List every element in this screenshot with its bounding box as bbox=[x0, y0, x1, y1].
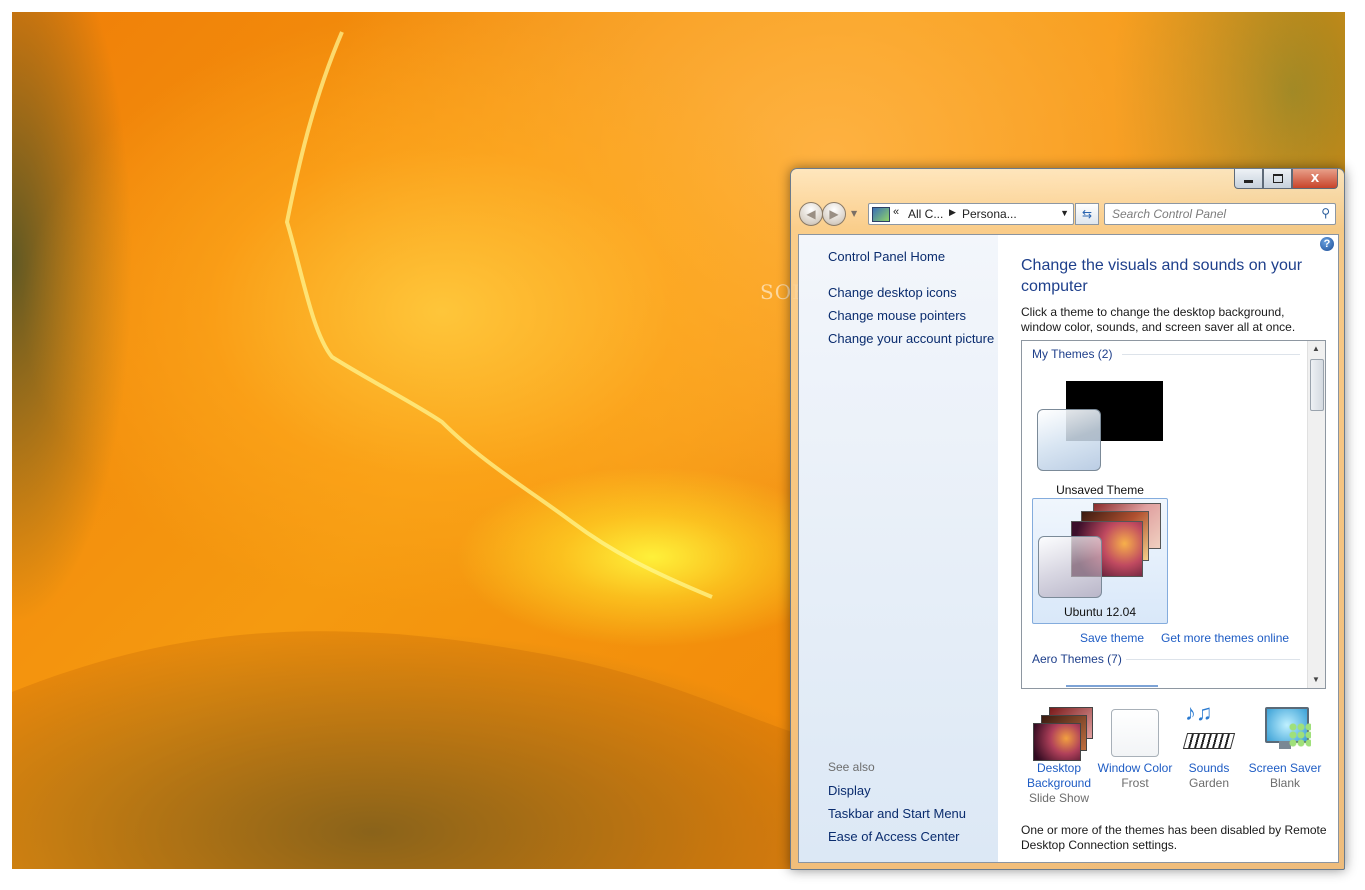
window-color-value: Frost bbox=[1121, 776, 1149, 790]
recent-pages-dropdown[interactable]: ▼ bbox=[851, 209, 857, 218]
help-icon[interactable]: ? bbox=[1320, 237, 1334, 251]
partial-theme-item bbox=[1066, 685, 1158, 687]
navigation-bar: ◀ ▶ ▼ « All C... ▶ Persona... ▼ ⇆ ⚲ bbox=[799, 200, 1339, 228]
change-desktop-icons-link[interactable]: Change desktop icons bbox=[828, 285, 957, 300]
personalization-window: X ◀ ▶ ▼ « All C... ▶ Persona... ▼ ⇆ ⚲ Co… bbox=[790, 168, 1345, 870]
search-box[interactable]: ⚲ bbox=[1104, 203, 1336, 225]
display-link[interactable]: Display bbox=[828, 783, 871, 798]
scroll-up-icon[interactable]: ▲ bbox=[1312, 344, 1320, 353]
theme-components: Desktop Background Slide Show Window Col… bbox=[1019, 700, 1321, 815]
sounds-label[interactable]: Sounds bbox=[1169, 761, 1249, 776]
theme-name: Unsaved Theme bbox=[1056, 483, 1144, 497]
see-also-label: See also bbox=[828, 760, 875, 774]
desktop-background-label[interactable]: Desktop Background bbox=[1019, 761, 1099, 791]
window-color-label[interactable]: Window Color bbox=[1095, 761, 1175, 776]
control-panel-home-link[interactable]: Control Panel Home bbox=[828, 249, 945, 264]
caption-buttons: X bbox=[1234, 169, 1338, 189]
window-color-icon bbox=[1111, 709, 1159, 757]
address-dropdown-icon[interactable]: ▼ bbox=[1060, 208, 1069, 218]
close-button[interactable]: X bbox=[1292, 169, 1338, 189]
window-color-item[interactable]: Window Color Frost bbox=[1095, 705, 1175, 791]
back-button[interactable]: ◀ bbox=[799, 202, 823, 226]
music-notes-icon: ♪♫ bbox=[1185, 700, 1213, 725]
save-theme-link[interactable]: Save theme bbox=[1080, 631, 1144, 645]
aero-themes-header[interactable]: Aero Themes (7) bbox=[1032, 652, 1122, 666]
chevron-down-icon: ▼ bbox=[851, 209, 858, 218]
theme-list[interactable]: My Themes (2) Unsaved Theme Ubuntu 12.04… bbox=[1021, 340, 1326, 689]
forward-arrow-icon: ▶ bbox=[829, 207, 839, 221]
task-pane: Control Panel Home Change desktop icons … bbox=[799, 235, 998, 862]
theme-preview-glass bbox=[1038, 536, 1102, 598]
maximize-icon bbox=[1272, 174, 1283, 183]
my-themes-header[interactable]: My Themes (2) bbox=[1032, 347, 1112, 361]
theme-ubuntu[interactable]: Ubuntu 12.04 bbox=[1032, 498, 1168, 624]
maximize-button[interactable] bbox=[1263, 169, 1292, 189]
group-divider bbox=[1122, 354, 1300, 355]
change-account-picture-link[interactable]: Change your account picture bbox=[828, 331, 994, 346]
search-input[interactable] bbox=[1110, 205, 1314, 223]
theme-list-scrollbar[interactable]: ▲ ▼ bbox=[1307, 341, 1325, 688]
desktop-background-item[interactable]: Desktop Background Slide Show bbox=[1019, 705, 1099, 806]
main-pane: ? Change the visuals and sounds on your … bbox=[999, 235, 1338, 862]
scroll-down-icon[interactable]: ▼ bbox=[1312, 675, 1320, 684]
refresh-icon: ⇆ bbox=[1081, 207, 1093, 221]
back-arrow-icon: ◀ bbox=[806, 207, 816, 221]
page-title: Change the visuals and sounds on your co… bbox=[1021, 257, 1303, 295]
group-divider bbox=[1126, 659, 1300, 660]
sounds-item[interactable]: ♪♫ Sounds Garden bbox=[1169, 700, 1249, 791]
theme-unsaved[interactable]: Unsaved Theme bbox=[1032, 377, 1168, 497]
breadcrumb-personalization[interactable]: Persona... bbox=[962, 207, 1017, 221]
bubbles-icon bbox=[1289, 723, 1311, 747]
breadcrumb-separator-icon[interactable]: ▶ bbox=[949, 207, 956, 218]
minimize-button[interactable] bbox=[1234, 169, 1263, 189]
refresh-button[interactable]: ⇆ bbox=[1075, 203, 1099, 225]
taskbar-start-menu-link[interactable]: Taskbar and Start Menu bbox=[828, 806, 966, 821]
change-mouse-pointers-link[interactable]: Change mouse pointers bbox=[828, 308, 966, 323]
rdp-disabled-note: One or more of the themes has been disab… bbox=[1021, 823, 1327, 852]
theme-preview-glass bbox=[1037, 409, 1101, 471]
sounds-icon bbox=[1182, 733, 1236, 749]
address-bar[interactable]: « All C... ▶ Persona... ▼ bbox=[868, 203, 1074, 225]
breadcrumb-all-control-panel[interactable]: All C... bbox=[908, 207, 943, 221]
theme-name: Ubuntu 12.04 bbox=[1063, 605, 1137, 619]
minimize-icon bbox=[1244, 179, 1253, 183]
get-more-themes-link[interactable]: Get more themes online bbox=[1161, 631, 1289, 645]
screen-saver-value: Blank bbox=[1269, 776, 1301, 790]
breadcrumb-overflow[interactable]: « bbox=[893, 206, 899, 218]
sounds-value: Garden bbox=[1188, 776, 1230, 790]
scroll-thumb[interactable] bbox=[1310, 359, 1324, 411]
control-panel-icon bbox=[872, 207, 890, 222]
page-description: Click a theme to change the desktop back… bbox=[1021, 305, 1296, 334]
screen-saver-label[interactable]: Screen Saver bbox=[1245, 761, 1325, 776]
screen-saver-item[interactable]: Screen Saver Blank bbox=[1245, 705, 1325, 791]
desktop-background-icon-front bbox=[1033, 723, 1081, 761]
window-content: Control Panel Home Change desktop icons … bbox=[798, 234, 1339, 863]
forward-button[interactable]: ▶ bbox=[822, 202, 846, 226]
desktop-background-value: Slide Show bbox=[1028, 791, 1090, 805]
search-icon[interactable]: ⚲ bbox=[1321, 206, 1330, 220]
ease-of-access-center-link[interactable]: Ease of Access Center bbox=[828, 829, 960, 844]
